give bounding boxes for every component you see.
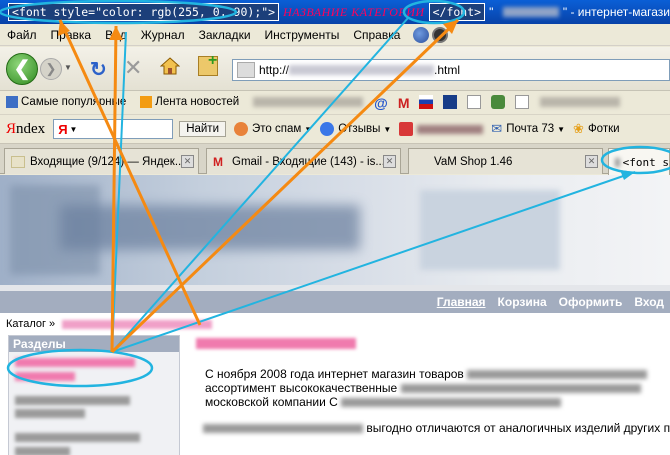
photos-button[interactable]: ❀ Фотки bbox=[573, 121, 620, 137]
account-icon bbox=[399, 122, 414, 136]
title-category-name: НАЗВАНИЕ КАТЕГОРИИ bbox=[283, 4, 425, 19]
bookmark-news-feed[interactable]: Лента новостей bbox=[155, 96, 239, 108]
back-button[interactable]: ❮ bbox=[6, 53, 38, 85]
breadcrumb-catalog[interactable]: Каталог » bbox=[6, 318, 55, 330]
site-logo-blurred bbox=[60, 205, 360, 250]
forward-arrow-icon: ❯ bbox=[45, 61, 57, 76]
mail-button[interactable]: ✉ Почта 73 ▼ bbox=[491, 121, 565, 137]
site-menu: Главная Корзина Оформить Вход bbox=[0, 291, 670, 313]
spam-icon bbox=[234, 122, 249, 136]
mail-tab-icon bbox=[11, 155, 25, 168]
menu-link-cart[interactable]: Корзина bbox=[498, 295, 547, 309]
sidebar-item-active[interactable] bbox=[15, 358, 135, 367]
breadcrumb: Каталог » bbox=[6, 318, 213, 330]
tab-close-icon[interactable]: ✕ bbox=[585, 155, 598, 168]
tab-close-icon[interactable]: ✕ bbox=[181, 155, 194, 168]
sidebar-item-line2[interactable] bbox=[15, 447, 70, 455]
bookmarks-bar: Самые популярные Лента новостей @ M bbox=[0, 91, 670, 113]
tab-vamshop[interactable]: VaM Shop 1.46 ✕ bbox=[408, 148, 603, 174]
globe-icon[interactable] bbox=[413, 26, 430, 43]
tab-current[interactable]: <font s bbox=[608, 148, 670, 175]
spam-button[interactable]: Это спам ▼ bbox=[234, 122, 312, 136]
content-title-blurred bbox=[196, 338, 356, 349]
menu-bookmarks[interactable]: Закладки bbox=[192, 28, 258, 42]
blue-site-icon[interactable] bbox=[443, 95, 458, 109]
home-icon[interactable] bbox=[160, 56, 180, 76]
menu-edit[interactable]: Правка bbox=[44, 28, 99, 42]
breadcrumb-category-blurred[interactable] bbox=[62, 319, 213, 329]
new-tab-icon[interactable] bbox=[198, 52, 218, 76]
envelope-icon: ✉ bbox=[491, 121, 503, 136]
at-icon[interactable]: @ bbox=[374, 95, 388, 111]
blank-tab-icon bbox=[415, 156, 429, 168]
site-favicon-icon bbox=[237, 62, 255, 78]
web-page: Главная Корзина Оформить Вход Каталог » … bbox=[0, 175, 670, 455]
menu-history[interactable]: Журнал bbox=[134, 28, 192, 42]
page-icon-2[interactable] bbox=[515, 95, 530, 109]
title-blurred-shop-name bbox=[503, 7, 559, 17]
yandex-find-button[interactable]: Найти bbox=[179, 121, 227, 137]
menu-help[interactable]: Справка bbox=[346, 28, 407, 42]
url-suffix: .html bbox=[434, 63, 461, 77]
sidebar-item[interactable] bbox=[15, 433, 140, 442]
reviews-icon bbox=[320, 122, 335, 136]
gmail-m-icon[interactable]: M bbox=[398, 95, 410, 111]
sidebar-item-line2[interactable] bbox=[15, 409, 85, 418]
content-text: С ноября 2008 года интернет магазин това… bbox=[203, 367, 670, 435]
bookmark-blurred-1[interactable] bbox=[253, 97, 364, 107]
bookmark-blurred-2[interactable] bbox=[540, 97, 621, 107]
flag-icon[interactable] bbox=[419, 95, 434, 109]
tab-strip: Входящие (9/124) — Яндек... ✕ M Gmail - … bbox=[0, 144, 670, 175]
bookmark-folder-icon bbox=[6, 96, 18, 108]
tab-gmail[interactable]: M Gmail - Входящие (143) - is... ✕ bbox=[206, 148, 401, 174]
title-bar: <font style="color: rgb(255, 0, 90);"> Н… bbox=[0, 0, 670, 24]
tab-yandex-mail[interactable]: Входящие (9/124) — Яндек... ✕ bbox=[4, 148, 199, 174]
rss-icon bbox=[140, 96, 153, 108]
green-site-icon[interactable] bbox=[491, 95, 506, 109]
address-bar[interactable]: http:// .html bbox=[232, 59, 670, 81]
menu-bar: Файл Правка Вид Журнал Закладки Инструме… bbox=[0, 24, 670, 46]
photos-icon: ❀ bbox=[573, 121, 584, 136]
reload-icon[interactable]: ↻ bbox=[90, 57, 107, 82]
tab-close-icon[interactable]: ✕ bbox=[383, 155, 396, 168]
url-prefix: http:// bbox=[259, 63, 290, 77]
back-arrow-icon: ❮ bbox=[13, 58, 31, 80]
stop-icon[interactable]: ✕ bbox=[124, 55, 142, 81]
yandex-logo[interactable]: Яndex bbox=[6, 121, 45, 138]
history-dropdown-icon[interactable]: ▼ bbox=[64, 63, 72, 72]
page-icon[interactable] bbox=[467, 95, 482, 109]
title-quote: " bbox=[489, 5, 494, 19]
yandex-search-input[interactable]: Я ▼ bbox=[53, 119, 174, 139]
reviews-button[interactable]: Отзывы ▼ bbox=[320, 122, 391, 136]
addon-icon[interactable] bbox=[432, 26, 449, 43]
menu-link-login[interactable]: Вход bbox=[634, 295, 664, 309]
yandex-toolbar: Яndex Я ▼ Найти Это спам ▼ Отзывы ▼ ✉ Почта … bbox=[0, 114, 670, 144]
menu-link-home[interactable]: Главная bbox=[437, 295, 486, 309]
sidebar-title: Разделы bbox=[9, 336, 179, 352]
menu-link-checkout[interactable]: Оформить bbox=[559, 295, 623, 309]
url-blurred-part bbox=[289, 65, 435, 75]
menu-file[interactable]: Файл bbox=[0, 28, 44, 42]
site-header-banner bbox=[0, 175, 670, 285]
title-code-open: <font style="color: rgb(255, 0, 90);"> bbox=[8, 3, 280, 21]
sidebar-sections: Разделы bbox=[8, 335, 180, 455]
yandex-search-glyph: Я bbox=[58, 121, 68, 137]
sidebar-item[interactable] bbox=[15, 396, 130, 405]
title-suffix: " - интернет-магази bbox=[562, 5, 670, 19]
menu-tools[interactable]: Инструменты bbox=[258, 28, 347, 42]
title-code-close: </font> bbox=[428, 3, 486, 21]
forward-button[interactable]: ❯ bbox=[40, 58, 62, 80]
gmail-tab-icon: M bbox=[213, 154, 223, 169]
menu-view[interactable]: Вид bbox=[98, 28, 134, 42]
sidebar-item-active-line2[interactable] bbox=[15, 372, 75, 381]
bookmark-most-popular[interactable]: Самые популярные bbox=[21, 96, 126, 108]
blurred-account-button[interactable] bbox=[399, 122, 484, 136]
